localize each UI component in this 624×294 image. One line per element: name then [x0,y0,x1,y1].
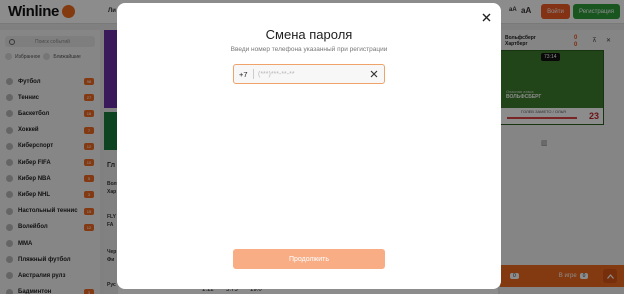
continue-button[interactable]: Продолжить [233,249,385,269]
change-password-modal: Смена пароля Введи номер телефона указан… [117,3,501,289]
phone-input[interactable] [258,70,368,78]
modal-title: Смена пароля [265,27,353,42]
clear-input-icon[interactable] [370,70,378,78]
phone-prefix: +7 [239,69,248,79]
modal-subtitle: Введи номер телефона указанный при регис… [230,46,388,53]
phone-field[interactable]: +7 [233,64,385,84]
close-icon[interactable] [479,10,493,24]
field-divider [253,69,254,79]
